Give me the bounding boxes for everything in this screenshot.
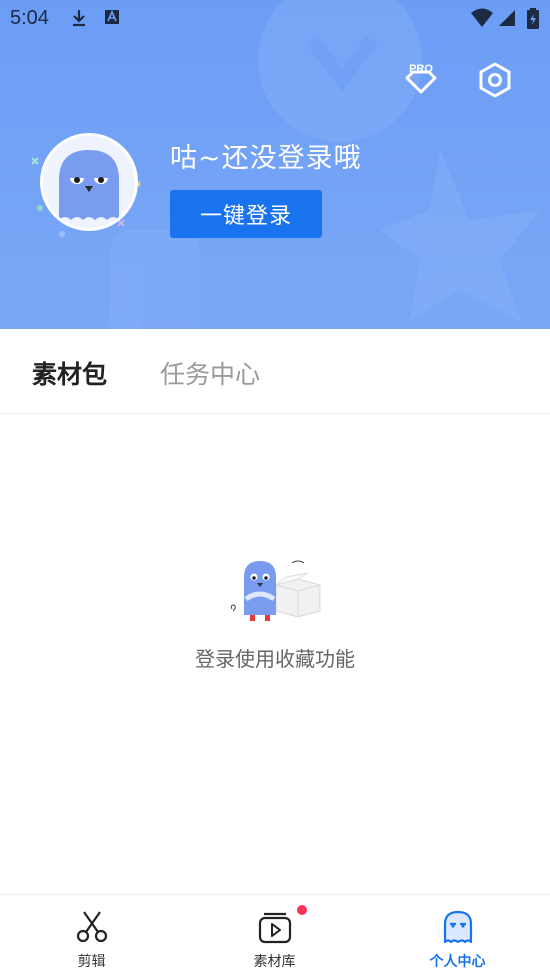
nav-profile-label: 个人中心 bbox=[429, 954, 486, 970]
tab-material-pack[interactable]: 素材包 bbox=[32, 355, 107, 391]
ghost-profile-icon bbox=[443, 910, 472, 944]
avatar[interactable] bbox=[40, 133, 138, 231]
bottom-nav: 剪辑 素材库 个人中心 bbox=[0, 894, 550, 980]
notification-badge bbox=[297, 905, 307, 915]
tab-task-center[interactable]: 任务中心 bbox=[160, 355, 260, 391]
empty-state-message: 登录使用收藏功能 bbox=[195, 647, 355, 671]
empty-box-illustration bbox=[230, 560, 321, 621]
profile-header: 5:04 PRO 咕~还没登录哦 一键登录 bbox=[0, 0, 550, 329]
settings-hexagon-icon bbox=[479, 62, 511, 98]
scissors-icon bbox=[76, 911, 107, 943]
one-click-login-button[interactable]: 一键登录 bbox=[170, 190, 322, 238]
tab-bar: 素材包 任务中心 bbox=[0, 329, 550, 414]
pro-button[interactable]: PRO bbox=[401, 60, 441, 100]
nav-profile[interactable]: 个人中心 bbox=[366, 895, 549, 980]
wifi-icon bbox=[471, 8, 493, 27]
ghost-avatar-icon bbox=[59, 150, 119, 220]
login-prompt-text: 咕~还没登录哦 bbox=[170, 143, 362, 174]
nav-edit-label: 剪辑 bbox=[77, 954, 106, 970]
settings-button[interactable] bbox=[475, 60, 515, 100]
status-bar: 5:04 bbox=[0, 0, 550, 36]
nav-edit[interactable]: 剪辑 bbox=[0, 895, 183, 980]
status-time: 5:04 bbox=[10, 7, 49, 29]
download-icon bbox=[73, 10, 85, 27]
nav-material-library[interactable]: 素材库 bbox=[183, 895, 366, 980]
pro-label: PRO bbox=[409, 63, 433, 75]
battery-icon bbox=[527, 8, 539, 29]
media-library-icon bbox=[258, 912, 291, 944]
font-a-icon bbox=[105, 10, 119, 24]
nav-material-library-label: 素材库 bbox=[253, 954, 296, 970]
signal-icon bbox=[499, 10, 515, 26]
pro-diamond-icon: PRO bbox=[405, 63, 437, 94]
